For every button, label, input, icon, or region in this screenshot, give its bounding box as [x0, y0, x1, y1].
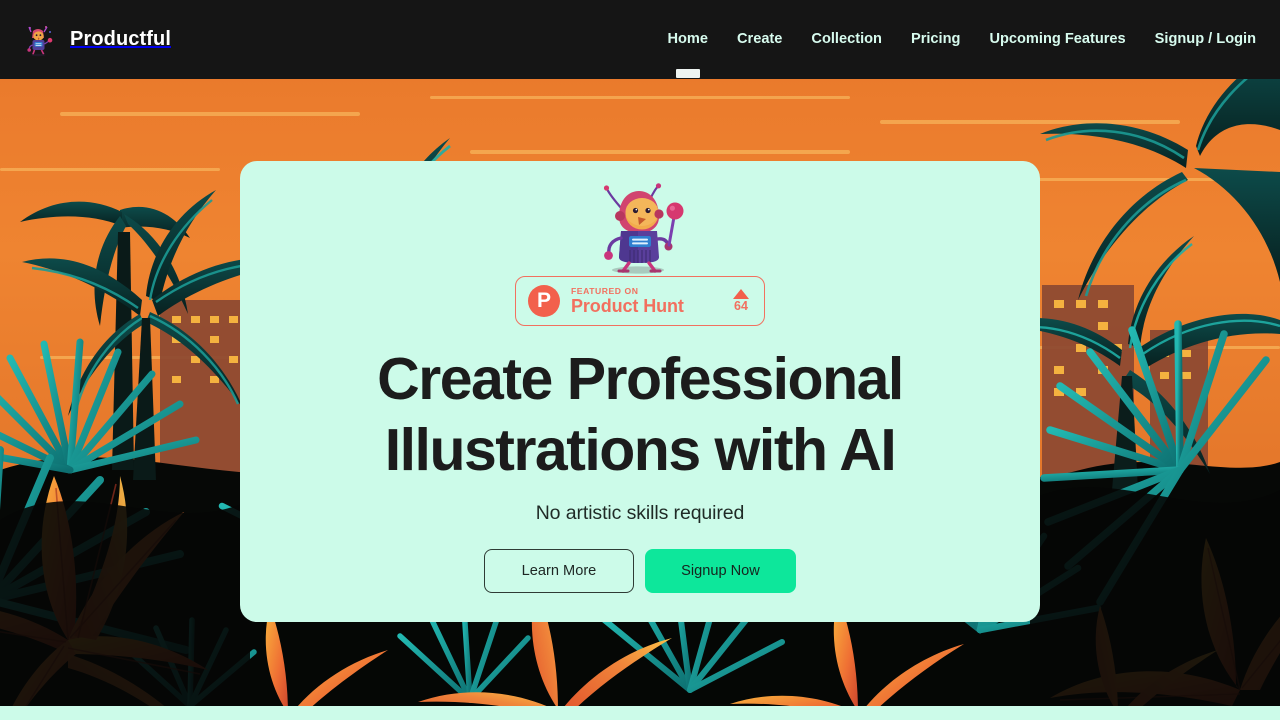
- hero-cta-row: Learn More Signup Now: [484, 549, 796, 594]
- product-hunt-upvote-count: 64: [734, 299, 748, 314]
- hero-card: P FEATURED ON Product Hunt 64 Create Pro…: [240, 161, 1040, 622]
- page-root: Productful Home Create Collection Pricin…: [0, 0, 1280, 720]
- product-hunt-kicker: FEATURED ON: [571, 285, 639, 296]
- headline-line-2: Illustrations with AI: [384, 417, 897, 484]
- product-hunt-upvotes[interactable]: 64: [733, 289, 751, 313]
- learn-more-button[interactable]: Learn More: [484, 549, 634, 594]
- nav-links: Home Create Collection Pricing Upcoming …: [667, 31, 1260, 49]
- nav-item-collection[interactable]: Collection: [811, 31, 882, 49]
- product-hunt-badge[interactable]: P FEATURED ON Product Hunt 64: [515, 276, 765, 326]
- brand-name-label: Productful: [70, 28, 171, 50]
- caret-up-icon: [733, 289, 749, 300]
- headline-line-1: Create Professional: [377, 346, 904, 412]
- product-hunt-text: FEATURED ON Product Hunt: [571, 286, 722, 317]
- nav-item-upcoming-features[interactable]: Upcoming Features: [989, 31, 1125, 49]
- signup-now-button[interactable]: Signup Now: [645, 549, 796, 594]
- nav-item-home[interactable]: Home: [667, 31, 708, 49]
- nav-item-signup-login[interactable]: Signup / Login: [1155, 31, 1256, 49]
- bottom-section-divider: [0, 706, 1280, 720]
- brand-logo-link[interactable]: Productful: [22, 23, 171, 57]
- page-title: Create Professional Illustrations with A…: [377, 344, 904, 486]
- product-hunt-name: Product Hunt: [571, 296, 684, 317]
- hero-subheadline: No artistic skills required: [535, 502, 745, 525]
- nav-item-pricing[interactable]: Pricing: [911, 31, 960, 49]
- robot-mascot-illustration: [588, 183, 692, 275]
- robot-mascot-icon: [22, 23, 56, 57]
- nav-item-create[interactable]: Create: [737, 31, 782, 49]
- top-navigation-bar: Productful Home Create Collection Pricin…: [0, 0, 1280, 79]
- product-hunt-logo-icon: P: [528, 285, 560, 317]
